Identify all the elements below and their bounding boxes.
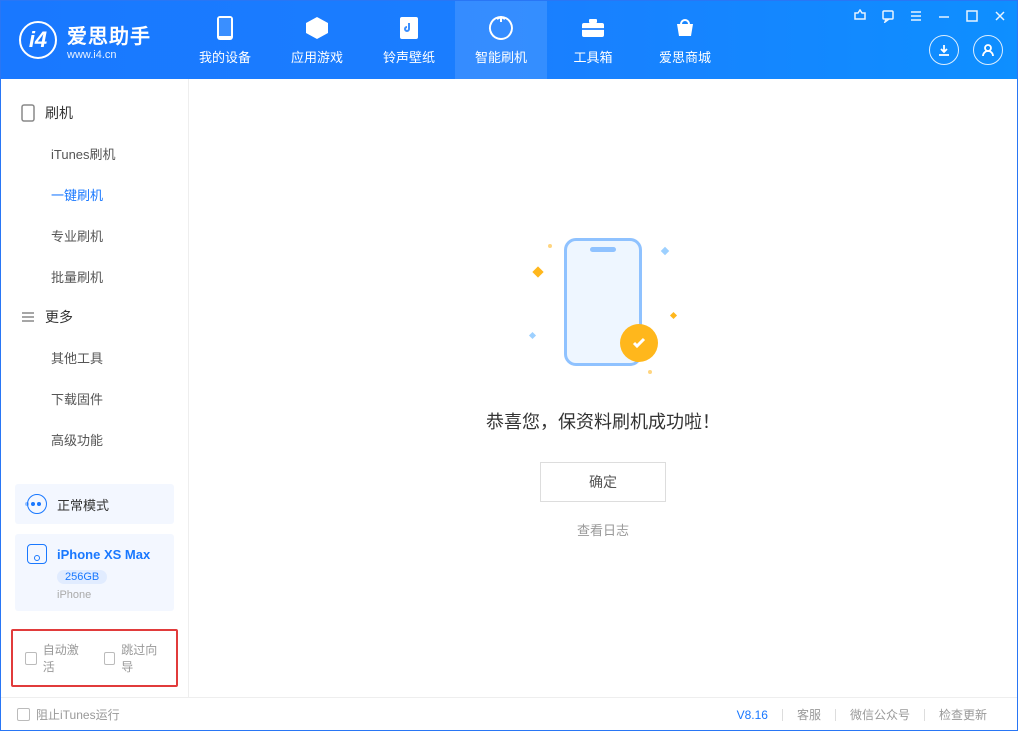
ringtone-icon (396, 15, 422, 41)
apps-icon (304, 15, 330, 41)
device-type: iPhone (57, 589, 162, 601)
minimize-button[interactable] (935, 7, 953, 25)
phone-icon (21, 104, 35, 122)
nav-store[interactable]: 爱思商城 (639, 1, 731, 79)
check-icon (620, 324, 658, 362)
nav-flash[interactable]: 智能刷机 (455, 1, 547, 79)
app-subtitle: www.i4.cn (67, 49, 151, 61)
toolbox-icon (580, 15, 606, 41)
status-bar: 阻止iTunes运行 V8.16 客服 微信公众号 检查更新 (1, 697, 1017, 731)
device-info[interactable]: iPhone XS Max 256GB iPhone (15, 534, 174, 611)
close-button[interactable] (991, 7, 1009, 25)
theme-icon[interactable] (851, 7, 869, 25)
view-log-link[interactable]: 查看日志 (577, 520, 629, 539)
sidebar-item-firmware[interactable]: 下载固件 (1, 378, 188, 419)
title-bar: i4 爱思助手 www.i4.cn 我的设备 应用游戏 铃声壁纸 智能刷机 工具… (1, 1, 1017, 79)
device-name: iPhone XS Max (57, 547, 150, 562)
nav-apps[interactable]: 应用游戏 (271, 1, 363, 79)
nav-tools[interactable]: 工具箱 (547, 1, 639, 79)
device-mode[interactable]: 正常模式 (15, 484, 174, 524)
more-icon (21, 310, 35, 324)
sidebar-item-pro[interactable]: 专业刷机 (1, 215, 188, 256)
mode-icon (27, 494, 47, 514)
nav-ringtones[interactable]: 铃声壁纸 (363, 1, 455, 79)
main-nav: 我的设备 应用游戏 铃声壁纸 智能刷机 工具箱 爱思商城 (179, 1, 731, 79)
success-message: 恭喜您，保资料刷机成功啦！ (486, 408, 720, 434)
maximize-button[interactable] (963, 7, 981, 25)
account-button[interactable] (973, 35, 1003, 65)
options-highlight: 自动激活 跳过向导 (11, 629, 178, 687)
footer-update[interactable]: 检查更新 (925, 706, 1001, 723)
mode-label: 正常模式 (57, 495, 109, 514)
logo-icon: i4 (19, 21, 57, 59)
sidebar-group-flash: 刷机 (1, 93, 188, 133)
footer-wechat[interactable]: 微信公众号 (836, 706, 924, 723)
footer-support[interactable]: 客服 (783, 706, 835, 723)
app-logo: i4 爱思助手 www.i4.cn (1, 20, 169, 61)
sidebar-group-more: 更多 (1, 297, 188, 337)
download-button[interactable] (929, 35, 959, 65)
store-icon (672, 15, 698, 41)
device-phone-icon (27, 544, 47, 564)
nav-my-device[interactable]: 我的设备 (179, 1, 271, 79)
checkbox-auto-activate[interactable]: 自动激活 (25, 641, 86, 675)
main-content: 恭喜您，保资料刷机成功啦！ 确定 查看日志 (189, 79, 1017, 697)
sidebar-item-other[interactable]: 其他工具 (1, 337, 188, 378)
sidebar-item-oneclick[interactable]: 一键刷机 (1, 174, 188, 215)
ok-button[interactable]: 确定 (540, 462, 666, 502)
feedback-icon[interactable] (879, 7, 897, 25)
sidebar-item-batch[interactable]: 批量刷机 (1, 256, 188, 297)
sidebar-item-itunes[interactable]: iTunes刷机 (1, 133, 188, 174)
checkbox-block-itunes[interactable]: 阻止iTunes运行 (17, 706, 120, 723)
sidebar-item-advanced[interactable]: 高级功能 (1, 419, 188, 460)
flash-icon (488, 15, 514, 41)
app-title: 爱思助手 (67, 20, 151, 49)
device-capacity: 256GB (57, 570, 107, 584)
sidebar: 刷机 iTunes刷机 一键刷机 专业刷机 批量刷机 更多 其他工具 下载固件 … (1, 79, 189, 697)
device-icon (212, 15, 238, 41)
version-label: V8.16 (723, 708, 782, 722)
checkbox-skip-guide[interactable]: 跳过向导 (104, 641, 165, 675)
success-illustration (528, 238, 678, 378)
menu-icon[interactable] (907, 7, 925, 25)
